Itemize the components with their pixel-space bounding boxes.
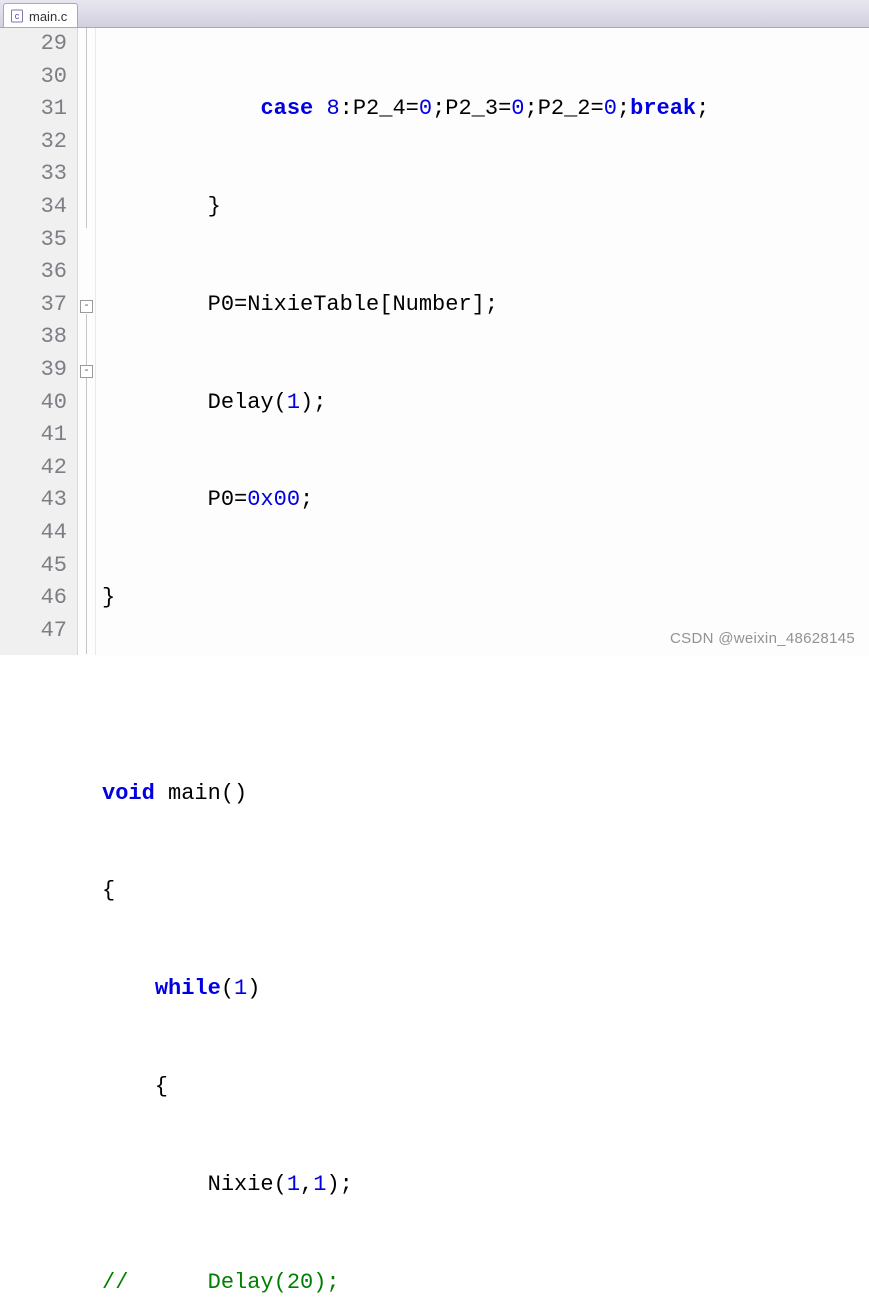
- code-line: }: [96, 582, 869, 615]
- line-number: 37: [0, 289, 67, 322]
- line-number: 40: [0, 387, 67, 420]
- line-number: 33: [0, 158, 67, 191]
- code-line: }: [96, 191, 869, 224]
- line-number: 36: [0, 256, 67, 289]
- line-number: 30: [0, 61, 67, 94]
- line-number-gutter: 29303132333435363738394041424344454647: [0, 28, 78, 655]
- fold-marker-icon[interactable]: -: [80, 365, 93, 378]
- code-area[interactable]: case 8:P2_4=0;P2_3=0;P2_2=0;break; } P0=…: [96, 28, 869, 655]
- line-number: 47: [0, 615, 67, 648]
- line-number: 44: [0, 517, 67, 550]
- line-number: 31: [0, 93, 67, 126]
- line-number: 38: [0, 321, 67, 354]
- code-line: Delay(1);: [96, 387, 869, 420]
- watermark: CSDN @weixin_48628145: [670, 630, 855, 647]
- code-line: // Delay(20);: [96, 1267, 869, 1300]
- line-number: 35: [0, 224, 67, 257]
- code-line: {: [96, 1071, 869, 1104]
- line-number: 42: [0, 452, 67, 485]
- tab-label: main.c: [29, 9, 67, 24]
- line-number: 34: [0, 191, 67, 224]
- svg-text:c: c: [15, 11, 20, 21]
- code-line: {: [96, 875, 869, 908]
- code-line: P0=NixieTable[Number];: [96, 289, 869, 322]
- tab-bar: c main.c: [0, 0, 869, 28]
- fold-column: - -: [78, 28, 96, 655]
- line-number: 29: [0, 28, 67, 61]
- code-line: Nixie(1,1);: [96, 1169, 869, 1202]
- code-line: void main(): [96, 778, 869, 811]
- code-line: while(1): [96, 973, 869, 1006]
- line-number: 41: [0, 419, 67, 452]
- line-number: 39: [0, 354, 67, 387]
- code-line: P0=0x00;: [96, 484, 869, 517]
- line-number: 45: [0, 550, 67, 583]
- line-number: 32: [0, 126, 67, 159]
- code-editor[interactable]: 29303132333435363738394041424344454647 -…: [0, 28, 869, 655]
- c-file-icon: c: [10, 9, 24, 23]
- fold-marker-icon[interactable]: -: [80, 300, 93, 313]
- line-number: 43: [0, 484, 67, 517]
- code-line: [96, 680, 869, 713]
- code-line: case 8:P2_4=0;P2_3=0;P2_2=0;break;: [96, 93, 869, 126]
- tab-main-c[interactable]: c main.c: [3, 3, 78, 27]
- line-number: 46: [0, 582, 67, 615]
